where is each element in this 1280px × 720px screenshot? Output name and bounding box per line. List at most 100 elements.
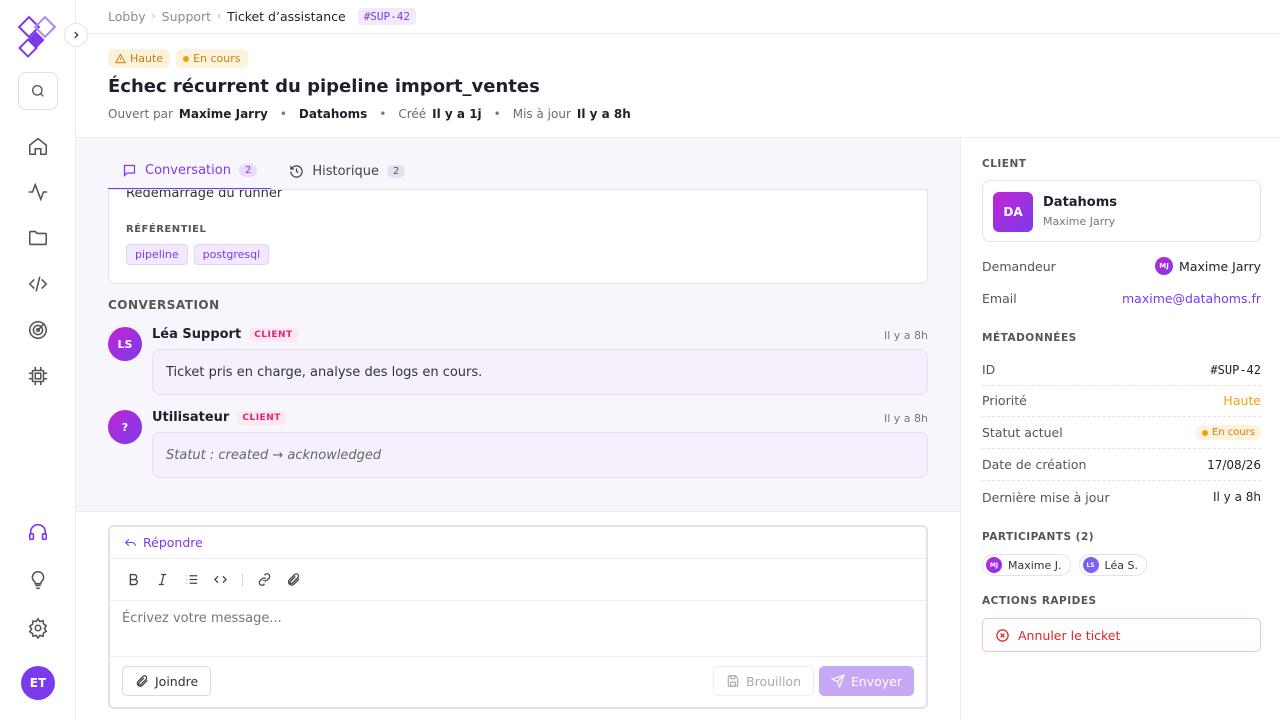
attach-label: Joindre [155,673,199,689]
created-label: Créé [398,107,427,121]
message-time: Il y a 8h [883,412,928,425]
company-value: Datahoms [298,107,368,121]
draft-button[interactable]: Brouillon [713,666,814,696]
draft-label: Brouillon [746,673,801,689]
tab-label: Conversation [145,162,231,178]
tab-history[interactable]: Historique 2 [275,152,419,190]
metadata-row: ID #SUP-42 [982,354,1261,386]
row-value: #SUP-42 [1210,362,1261,377]
reply-header[interactable]: Répondre [110,527,926,559]
status-label: En cours [193,52,241,65]
role-badge: CLIENT [237,410,286,425]
updated-value: Il y a 8h [576,107,631,121]
ticket-id-tag: #SUP-42 [357,8,417,25]
page-title: Échec récurrent du pipeline import_vente… [108,76,540,97]
toolbar-divider [242,572,243,587]
attach-button[interactable]: Joindre [122,666,212,696]
requester-row: Demandeur MJ Maxime Jarry [982,250,1261,282]
nav-support[interactable] [26,520,50,544]
participant-name: Maxime J. [1008,558,1062,572]
tab-count: 2 [387,164,406,178]
paperclip-icon[interactable] [286,572,301,587]
breadcrumb-support[interactable]: Support [162,9,211,24]
avatar: MJ [986,557,1002,573]
role-badge: CLIENT [249,327,298,342]
app-logo[interactable] [16,14,60,58]
nav-activity[interactable] [26,180,50,204]
participant-chip[interactable]: LS Léa S. [1078,554,1147,576]
send-icon [830,674,845,688]
nav-rail: ET [0,0,76,720]
tab-count: 2 [238,163,258,177]
priority-badge: Haute [108,49,171,68]
requester-name: Maxime Jarry [1179,258,1261,274]
link-icon[interactable] [257,572,272,587]
client-name: Datahoms [1043,195,1118,210]
target-icon [28,320,48,340]
message-author: Utilisateur CLIENT [152,410,286,425]
metadata-row: Statut actuel En cours [982,417,1261,449]
nav-home[interactable] [26,134,50,158]
collapse-sidebar-button[interactable] [64,23,88,47]
client-card[interactable]: DA Datahoms Maxime Jarry [982,180,1261,242]
participant-chip[interactable]: MJ Maxime J. [982,554,1071,576]
send-button[interactable]: Envoyer [818,666,914,696]
row-value: Haute [1223,393,1261,408]
status-badge: En cours [176,49,248,68]
metadata-row: Dernière mise à jour Il y a 8h [982,481,1261,513]
cancel-ticket-button[interactable]: Annuler le ticket [982,618,1261,652]
cpu-icon [28,366,48,386]
tab-conversation[interactable]: Conversation 2 [108,152,272,190]
search-button[interactable] [18,72,58,110]
updated-label: Mis à jour [512,107,571,121]
email-link[interactable]: maxime@datahoms.fr [1122,291,1261,306]
row-label: Statut actuel [982,425,1063,440]
tag-chip[interactable]: pipeline [126,244,188,265]
opened-by-value: Maxime Jarry [178,107,268,121]
meta-separator: • [279,107,287,121]
opened-by-label: Ouvert par [108,107,173,121]
reference-card: Redémarrage du runner RÉFÉRENTIEL pipeli… [108,190,928,284]
row-value: 17/08/26 [1207,457,1261,472]
conversation-heading: CONVERSATION [108,298,220,312]
row-label: Date de création [982,457,1087,472]
avatar: LS [1082,557,1099,573]
client-heading: CLIENT [982,158,1027,170]
row-label: Dernière mise à jour [982,489,1110,505]
nav-code[interactable] [26,272,50,296]
metadata-heading: MÉTADONNÉES [982,332,1077,344]
reference-label: RÉFÉRENTIEL [126,224,207,235]
save-icon [727,675,739,687]
breadcrumb-lobby[interactable]: Lobby [108,9,146,24]
quick-actions-heading: ACTIONS RAPIDES [982,595,1097,607]
format-toolbar [110,559,926,601]
ticket-meta: Ouvert par Maxime Jarry • Datahoms • Cré… [108,107,631,121]
nav-ideas[interactable] [26,568,50,592]
client-avatar: DA [993,192,1033,232]
bold-icon[interactable] [126,572,141,587]
breadcrumb-separator: › [217,11,222,22]
reference-text: Redémarrage du runner [126,190,283,201]
status-dot [183,55,190,62]
nav-chip[interactable] [26,364,50,388]
breadcrumb-current: Ticket d’assistance [227,9,346,24]
breadcrumb-separator: › [151,11,156,22]
search-icon [32,85,44,97]
italic-icon[interactable] [155,572,170,587]
meta-separator: • [493,107,501,121]
composer-area: Répondre Écrivez votre message... Joindr… [76,511,960,720]
list-icon[interactable] [184,572,199,587]
nav-folders[interactable] [26,226,50,250]
message-icon [123,164,136,177]
code-icon[interactable] [213,572,228,587]
message-time: Il y a 8h [883,329,928,342]
email-row: Email maxime@datahoms.fr [982,282,1261,314]
tag-chip[interactable]: postgresql [193,244,270,265]
nav-settings[interactable] [26,616,50,640]
user-avatar[interactable]: ET [21,666,55,700]
row-label: Demandeur [982,258,1056,274]
nav-targets[interactable] [26,318,50,342]
ticket-header: Haute En cours Échec récurrent du pipeli… [76,34,1280,138]
meta-separator: • [379,107,387,121]
message-input[interactable]: Écrivez votre message... [110,601,926,657]
